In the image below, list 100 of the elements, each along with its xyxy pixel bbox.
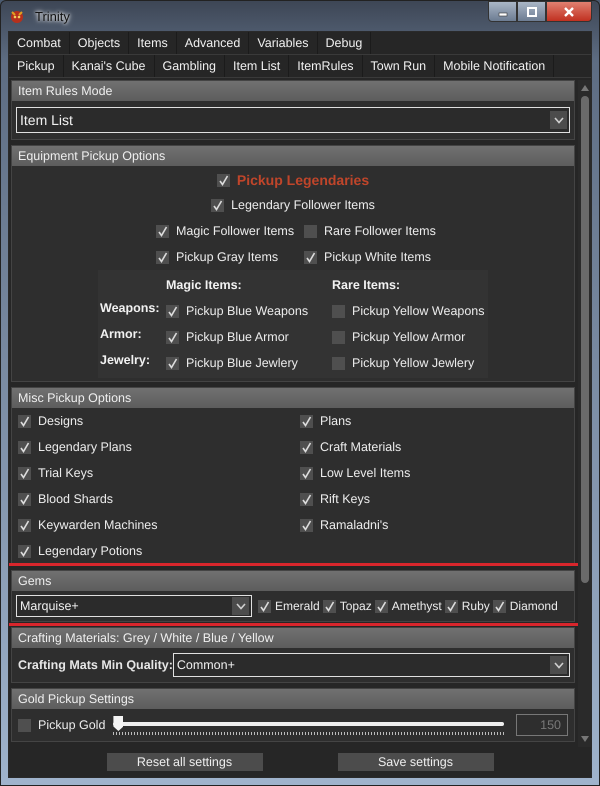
tab[interactable]: Kanai's Cube: [64, 55, 154, 77]
checkbox[interactable]: [258, 600, 271, 612]
checkbox-label[interactable]: Blood Shards: [38, 492, 114, 506]
checkbox[interactable]: [156, 224, 169, 238]
checkbox-label[interactable]: Amethyst: [392, 599, 442, 613]
checkbox[interactable]: [18, 518, 31, 532]
checkbox[interactable]: [18, 718, 31, 732]
checkbox-label[interactable]: Keywarden Machines: [38, 518, 158, 532]
checkbox-label[interactable]: Trial Keys: [38, 466, 94, 480]
checkbox-label[interactable]: Craft Materials: [320, 440, 402, 454]
checkbox-label[interactable]: Pickup Gold: [38, 718, 106, 732]
minimize-button[interactable]: [488, 1, 517, 22]
checkbox[interactable]: [322, 600, 336, 612]
checkbox[interactable]: [444, 600, 458, 612]
button[interactable]: Save settings: [338, 753, 494, 771]
checkbox-label[interactable]: Topaz: [340, 599, 372, 613]
checkbox[interactable]: [166, 356, 179, 370]
section-header: Misc Pickup Options: [12, 388, 574, 408]
tab[interactable]: Pickup: [9, 55, 64, 77]
checkbox[interactable]: [300, 440, 313, 454]
checkbox-label[interactable]: Diamond: [510, 599, 558, 613]
row-label: Jewelry:: [100, 352, 152, 367]
section-header: Equipment Pickup Options: [12, 146, 574, 166]
checkbox-label[interactable]: Plans: [320, 414, 352, 428]
checkbox-label[interactable]: Pickup Yellow Armor: [352, 330, 466, 344]
checkbox-label[interactable]: Legendary Potions: [38, 544, 142, 558]
tab[interactable]: ItemRules: [289, 55, 363, 77]
checkbox-label[interactable]: Designs: [38, 414, 84, 428]
checkbox[interactable]: [300, 414, 313, 428]
maximize-button[interactable]: [517, 1, 546, 22]
checkbox[interactable]: [300, 518, 313, 532]
checkbox-label[interactable]: Pickup Yellow Jewlery: [352, 356, 474, 370]
checkbox[interactable]: [300, 466, 313, 480]
tab[interactable]: Advanced: [176, 32, 250, 54]
checkbox-label[interactable]: Legendary Plans: [38, 440, 132, 454]
checkbox-label[interactable]: Rift Keys: [320, 492, 370, 506]
quality-dropdown[interactable]: Common+: [172, 653, 570, 677]
combo-value: Marquise+: [20, 599, 80, 613]
checkbox[interactable]: [332, 356, 345, 370]
section-header: Gems: [12, 571, 574, 591]
column-heading: Rare Items:: [332, 278, 402, 292]
checkbox[interactable]: [18, 440, 31, 454]
gem-quality-dropdown[interactable]: Marquise+: [16, 595, 252, 617]
scroll-up-icon: [580, 84, 590, 92]
checkbox[interactable]: [300, 492, 313, 506]
checkbox[interactable]: [156, 250, 169, 264]
checkbox-label[interactable]: Rare Follower Items: [324, 224, 436, 238]
scroll-thumb[interactable]: [580, 96, 588, 583]
checkbox-label[interactable]: Pickup Yellow Weapons: [352, 304, 484, 318]
section-header: Gold Pickup Settings: [12, 689, 574, 709]
tab[interactable]: Item List: [225, 55, 290, 77]
checkbox-label[interactable]: Pickup Blue Weapons: [186, 304, 308, 318]
rules-mode-dropdown[interactable]: Item List: [16, 107, 570, 133]
checkbox[interactable]: [211, 198, 224, 212]
scroll-down-icon: [580, 735, 590, 743]
checkbox-label[interactable]: Legendary Follower Items: [231, 198, 375, 212]
scrollbar[interactable]: [578, 80, 591, 747]
checkbox[interactable]: [18, 466, 31, 480]
tab[interactable]: Objects: [70, 32, 130, 54]
tab[interactable]: Mobile Notification: [435, 55, 554, 77]
checkbox[interactable]: [332, 304, 345, 318]
combo-value: Item List: [20, 112, 74, 128]
checkbox-label[interactable]: Pickup Gray Items: [176, 250, 278, 264]
window-title: Trinity: [34, 8, 71, 24]
checkbox[interactable]: [18, 544, 31, 558]
checkbox-label[interactable]: Ramaladni's: [320, 518, 388, 532]
checkbox-label[interactable]: Emerald: [275, 599, 320, 613]
tab[interactable]: Items: [129, 32, 177, 54]
checkbox-label[interactable]: Ruby: [462, 599, 490, 613]
checkbox[interactable]: [18, 414, 31, 428]
checkbox-label[interactable]: Pickup Blue Armor: [186, 330, 289, 344]
checkbox[interactable]: [492, 600, 506, 612]
checkbox[interactable]: [166, 330, 179, 344]
checkbox[interactable]: [18, 492, 31, 506]
column-heading: Magic Items:: [166, 278, 243, 292]
tab[interactable]: Town Run: [362, 55, 436, 77]
slider-thumb[interactable]: [113, 716, 124, 731]
checkbox[interactable]: [304, 224, 317, 238]
combo-value: Common+: [176, 658, 236, 672]
checkbox[interactable]: [216, 174, 230, 186]
checkbox[interactable]: [374, 600, 388, 612]
checkbox-label[interactable]: Pickup Blue Jewlery: [186, 356, 298, 370]
checkbox-label[interactable]: Pickup White Items: [324, 250, 431, 264]
button[interactable]: Reset all settings: [106, 753, 262, 771]
checkbox[interactable]: [332, 330, 345, 344]
maximize-icon: [526, 6, 538, 16]
checkbox[interactable]: [166, 304, 179, 318]
field-label: Crafting Mats Min Quality:: [18, 658, 173, 672]
tab[interactable]: Variables: [249, 32, 318, 54]
tab[interactable]: Combat: [9, 32, 70, 54]
checkbox[interactable]: [304, 250, 317, 264]
tab[interactable]: Gambling: [154, 55, 225, 77]
section-header: Item Rules Mode: [12, 81, 574, 101]
checkbox-label[interactable]: Low Level Items: [320, 466, 410, 480]
slider[interactable]: [113, 714, 504, 736]
close-icon: [563, 6, 575, 16]
tab[interactable]: Debug: [318, 32, 372, 54]
checkbox-label[interactable]: Magic Follower Items: [176, 224, 294, 238]
close-button[interactable]: [546, 1, 592, 22]
row-label: Armor:: [100, 326, 143, 341]
